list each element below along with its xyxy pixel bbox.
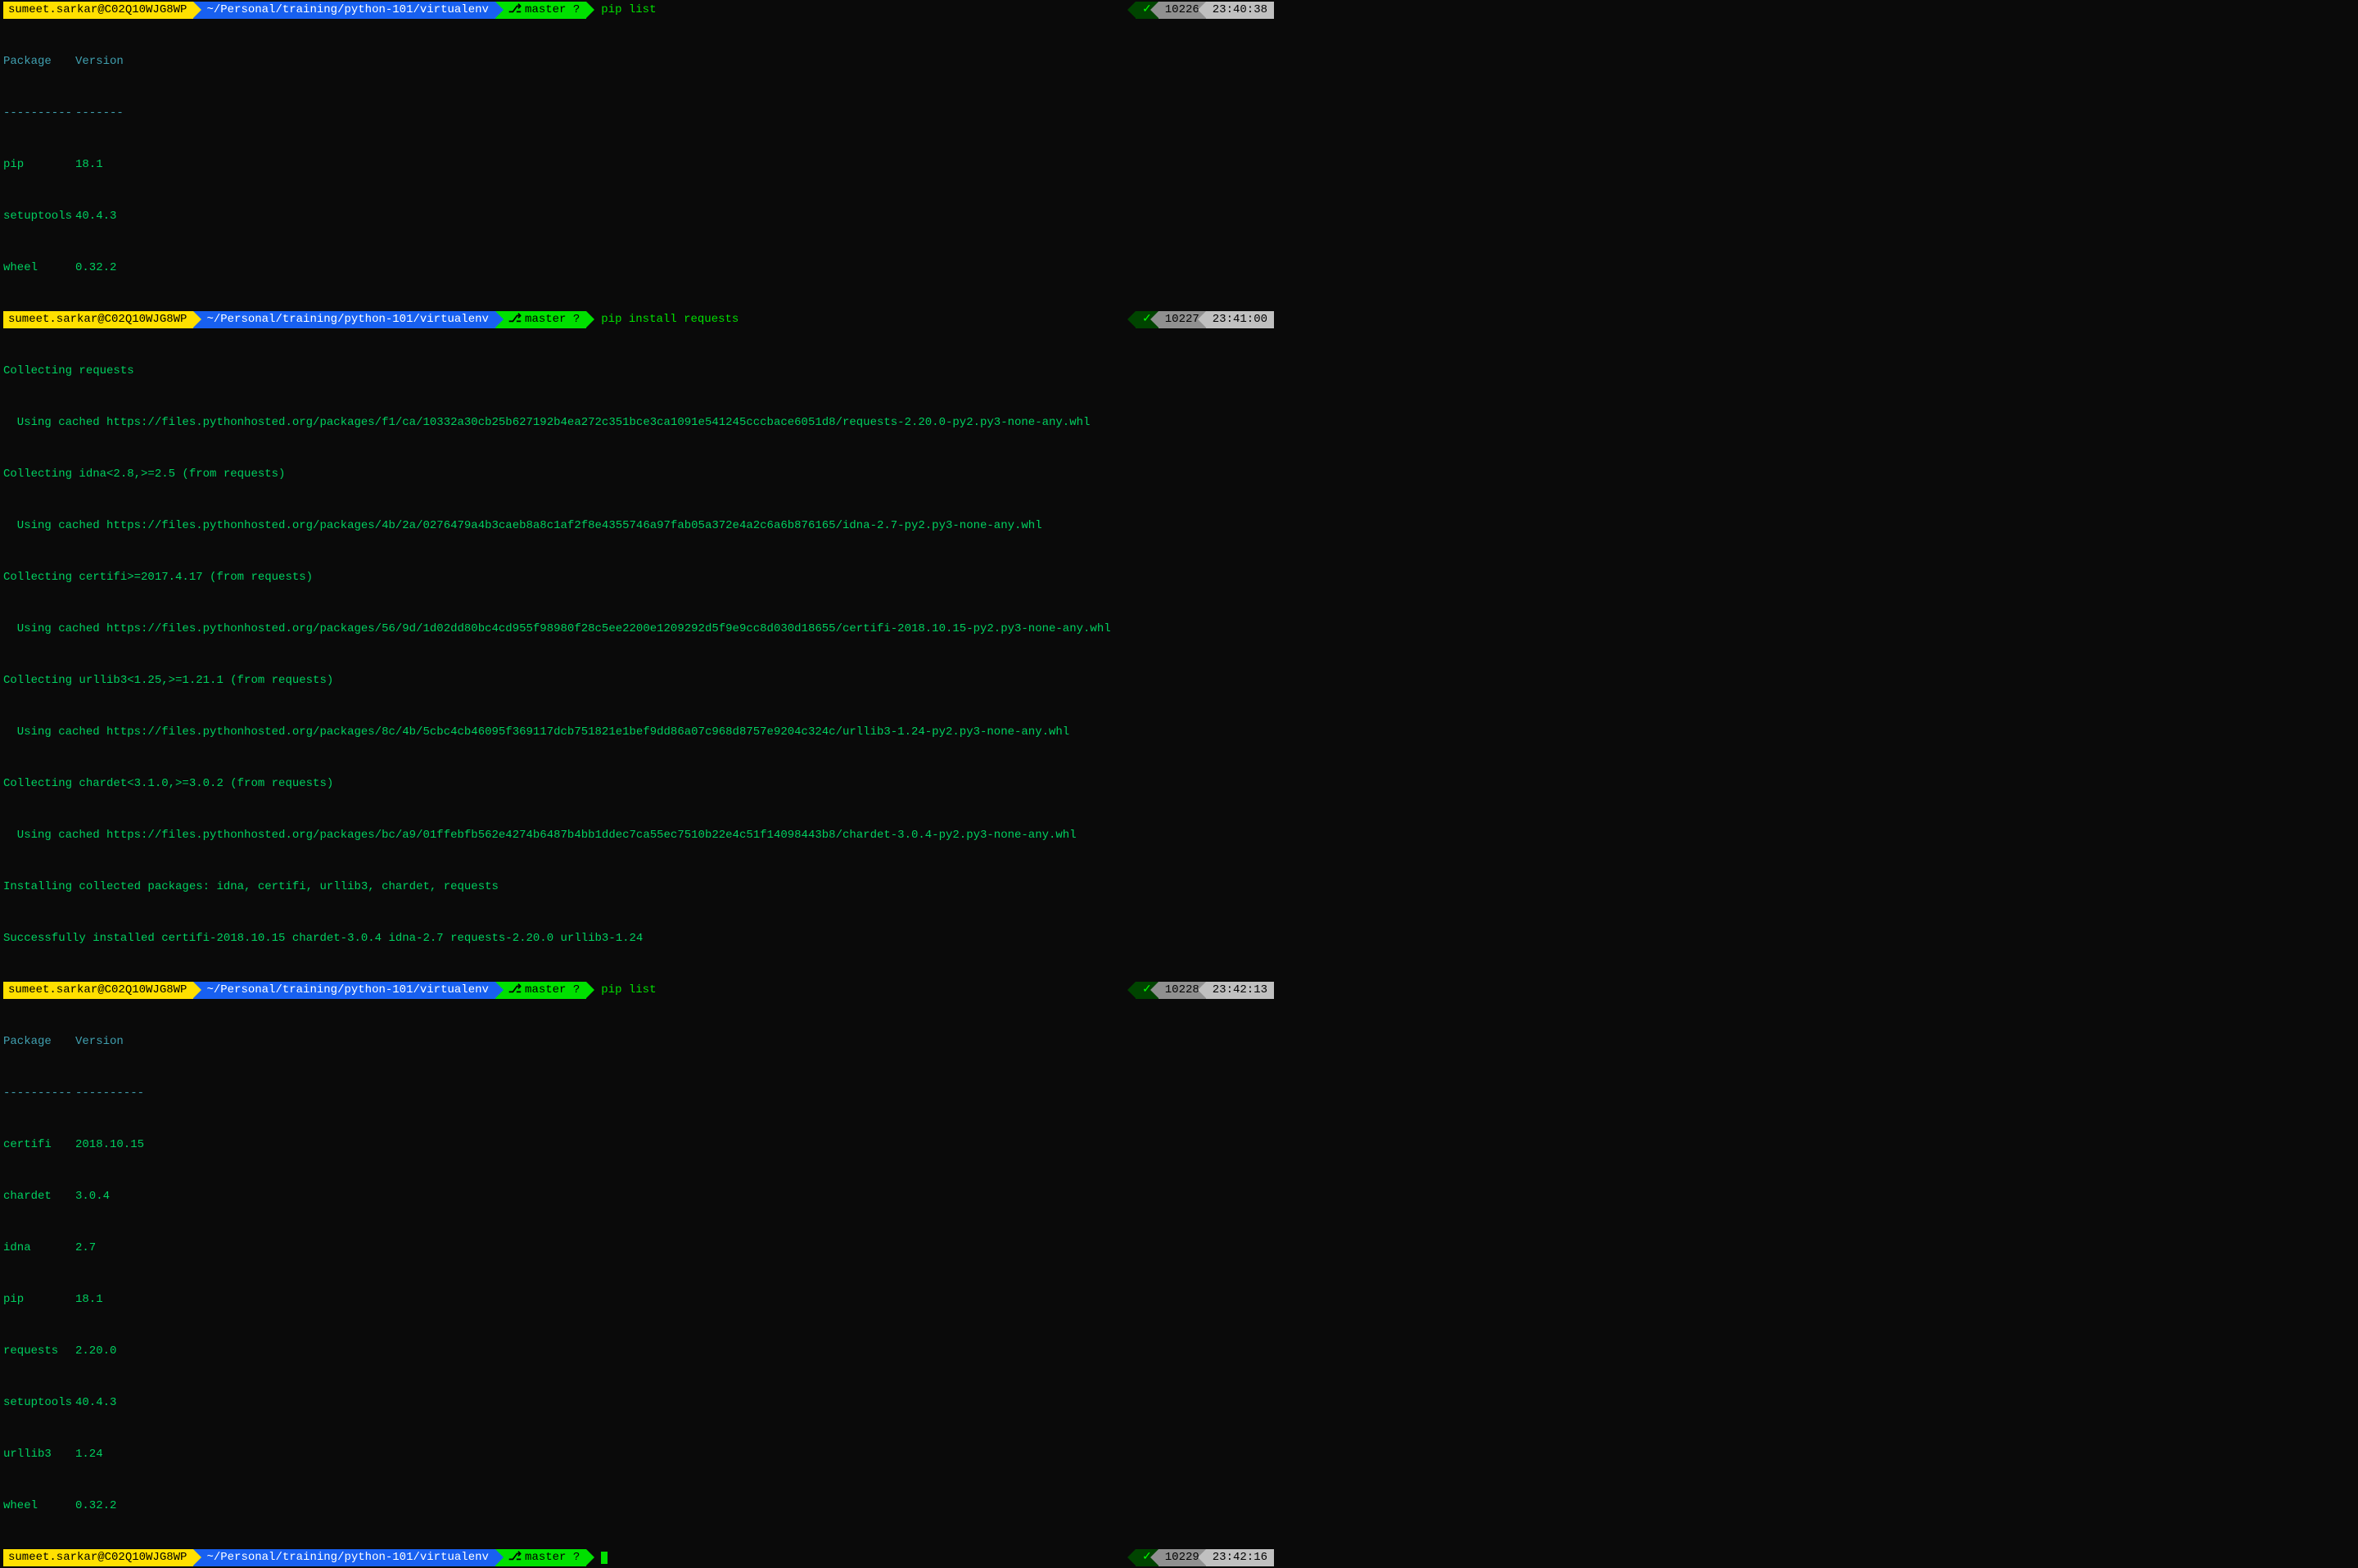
right-status: ✓ 10229 23:42:16 [1136,1549,1274,1566]
table-row: pip18.1 [3,1291,1274,1308]
output-line: Using cached https://files.pythonhosted.… [3,827,1274,844]
pip-list-output: PackageVersion -------------------- cert… [3,999,1274,1549]
package-version: 3.0.4 [75,1188,110,1205]
user-host-segment: sumeet.sarkar@C02Q10WJG8WP [3,982,193,999]
table-row: certifi2018.10.15 [3,1136,1274,1154]
command-text: pip list [601,2,656,19]
table-row: wheel0.32.2 [3,260,1274,277]
output-line: Using cached https://files.pythonhosted.… [3,414,1274,432]
package-version: 0.32.2 [75,1498,116,1515]
prompt-line: sumeet.sarkar@C02Q10WJG8WP ~/Personal/tr… [3,2,1274,19]
git-branch-icon: ⎇ [508,311,522,328]
output-line: Collecting requests [3,363,1274,380]
column-header-version: Version [75,53,124,70]
table-row: urllib31.24 [3,1446,1274,1463]
right-status: ✓ 10227 23:41:00 [1136,311,1274,328]
git-segment: ⎇master ? [495,2,586,19]
path-segment: ~/Personal/training/python-101/virtualen… [193,1549,495,1566]
column-header-version: Version [75,1033,124,1051]
git-branch-icon: ⎇ [508,2,522,19]
git-segment: ⎇master ? [495,311,586,328]
timestamp: 23:41:00 [1206,311,1274,328]
package-name: chardet [3,1188,75,1205]
git-segment: ⎇master ? [495,982,586,999]
package-version: 18.1 [75,156,103,174]
timestamp: 23:40:38 [1206,2,1274,19]
package-name: setuptools [3,208,75,225]
package-version: 0.32.2 [75,260,116,277]
package-name: wheel [3,1498,75,1515]
table-row: wheel0.32.2 [3,1498,1274,1515]
table-row: chardet3.0.4 [3,1188,1274,1205]
git-segment: ⎇master ? [495,1549,586,1566]
output-line: Collecting certifi>=2017.4.17 (from requ… [3,569,1274,586]
output-line: Successfully installed certifi-2018.10.1… [3,930,1274,947]
output-line: Using cached https://files.pythonhosted.… [3,724,1274,741]
path-segment: ~/Personal/training/python-101/virtualen… [193,982,495,999]
package-version: 18.1 [75,1291,103,1308]
table-row: setuptools40.4.3 [3,208,1274,225]
package-name: pip [3,1291,75,1308]
right-status: ✓ 10228 23:42:13 [1136,982,1274,999]
pip-install-output: Collecting requests Using cached https:/… [3,328,1274,982]
package-name: requests [3,1343,75,1360]
right-status: ✓ 10226 23:40:38 [1136,2,1274,19]
output-line: Using cached https://files.pythonhosted.… [3,517,1274,535]
git-branch-icon: ⎇ [508,982,522,999]
table-row: setuptools40.4.3 [3,1394,1274,1412]
package-name: pip [3,156,75,174]
prompt-line: sumeet.sarkar@C02Q10WJG8WP ~/Personal/tr… [3,311,1274,328]
user-host-segment: sumeet.sarkar@C02Q10WJG8WP [3,1549,193,1566]
git-branch-text: master ? [525,2,580,19]
output-line: Collecting urllib3<1.25,>=1.21.1 (from r… [3,672,1274,689]
command-text: pip list [601,982,656,999]
prompt-line-active[interactable]: sumeet.sarkar@C02Q10WJG8WP ~/Personal/tr… [3,1549,1274,1566]
cursor-icon[interactable] [601,1552,608,1564]
pip-list-output: PackageVersion ----------------- pip18.1… [3,19,1274,311]
divider: ---------- [75,1085,144,1102]
divider: ---------- [3,105,75,122]
git-branch-text: master ? [525,1549,580,1566]
git-branch-text: master ? [525,311,580,328]
git-branch-icon: ⎇ [508,1549,522,1566]
package-name: certifi [3,1136,75,1154]
user-host-segment: sumeet.sarkar@C02Q10WJG8WP [3,311,193,328]
table-row: requests2.20.0 [3,1343,1274,1360]
timestamp: 23:42:13 [1206,982,1274,999]
git-branch-text: master ? [525,982,580,999]
terminal-window[interactable]: sumeet.sarkar@C02Q10WJG8WP ~/Personal/tr… [0,0,1277,1568]
package-version: 40.4.3 [75,1394,116,1412]
output-line: Installing collected packages: idna, cer… [3,879,1274,896]
output-line: Using cached https://files.pythonhosted.… [3,621,1274,638]
table-row: idna2.7 [3,1240,1274,1257]
package-version: 40.4.3 [75,208,116,225]
output-line: Collecting chardet<3.1.0,>=3.0.2 (from r… [3,775,1274,793]
column-header-package: Package [3,1033,75,1051]
package-name: wheel [3,260,75,277]
output-line: Collecting idna<2.8,>=2.5 (from requests… [3,466,1274,483]
path-segment: ~/Personal/training/python-101/virtualen… [193,2,495,19]
user-host-segment: sumeet.sarkar@C02Q10WJG8WP [3,2,193,19]
timestamp: 23:42:16 [1206,1549,1274,1566]
path-segment: ~/Personal/training/python-101/virtualen… [193,311,495,328]
package-name: urllib3 [3,1446,75,1463]
package-name: idna [3,1240,75,1257]
package-version: 1.24 [75,1446,103,1463]
table-row: pip18.1 [3,156,1274,174]
divider: ------- [75,105,124,122]
package-version: 2.20.0 [75,1343,116,1360]
package-name: setuptools [3,1394,75,1412]
prompt-line: sumeet.sarkar@C02Q10WJG8WP ~/Personal/tr… [3,982,1274,999]
command-text: pip install requests [601,311,739,328]
package-version: 2018.10.15 [75,1136,144,1154]
package-version: 2.7 [75,1240,96,1257]
divider: ---------- [3,1085,75,1102]
column-header-package: Package [3,53,75,70]
